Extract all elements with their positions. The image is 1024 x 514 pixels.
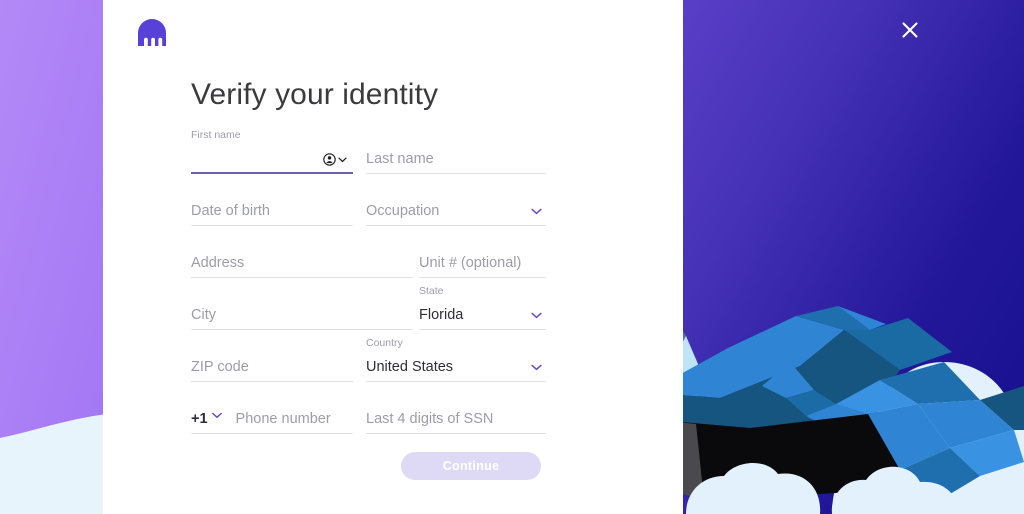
address-placeholder: Address bbox=[191, 254, 245, 271]
city-field[interactable]: City bbox=[191, 286, 413, 330]
state-select[interactable]: State Florida bbox=[419, 286, 546, 330]
last-name-placeholder: Last name bbox=[366, 150, 434, 167]
occupation-placeholder: Occupation bbox=[366, 202, 440, 219]
chevron-down-icon bbox=[531, 208, 542, 215]
form-row-city-state: City State Florida bbox=[191, 278, 641, 330]
person-badge-autofill-icon[interactable] bbox=[323, 153, 347, 166]
occupation-select[interactable]: Occupation bbox=[366, 182, 546, 226]
ssn-field[interactable]: Last 4 digits of SSN bbox=[366, 390, 546, 434]
state-value: Florida bbox=[419, 306, 464, 323]
date-of-birth-field[interactable]: Date of birth bbox=[191, 182, 353, 226]
unit-field[interactable]: Unit # (optional) bbox=[419, 234, 546, 278]
form-row-zip-country: ZIP code Country United States bbox=[191, 330, 641, 382]
ssn-placeholder: Last 4 digits of SSN bbox=[366, 410, 494, 427]
last-name-field[interactable]: Last name bbox=[366, 130, 546, 174]
chevron-down-icon[interactable] bbox=[211, 406, 222, 424]
verify-identity-screen: Verify your identity First name Last nam… bbox=[0, 0, 1024, 514]
first-name-field[interactable]: First name bbox=[191, 130, 353, 174]
country-label: Country bbox=[366, 337, 403, 349]
city-placeholder: City bbox=[191, 306, 216, 323]
date-of-birth-placeholder: Date of birth bbox=[191, 202, 270, 219]
chevron-down-icon bbox=[338, 157, 347, 162]
address-field[interactable]: Address bbox=[191, 234, 413, 278]
page-title: Verify your identity bbox=[191, 78, 439, 111]
unit-placeholder: Unit # (optional) bbox=[419, 254, 522, 271]
form-row-name: First name Last name bbox=[191, 122, 641, 174]
phone-country-code[interactable]: +1 bbox=[191, 411, 208, 427]
zip-code-placeholder: ZIP code bbox=[191, 358, 249, 375]
state-label: State bbox=[419, 285, 444, 297]
kraken-octopus-logo bbox=[135, 16, 169, 50]
close-icon bbox=[902, 22, 918, 38]
form-card: Verify your identity First name Last nam… bbox=[103, 0, 683, 514]
phone-number-placeholder: Phone number bbox=[235, 410, 331, 427]
continue-button[interactable]: Continue bbox=[401, 452, 541, 480]
close-button[interactable] bbox=[894, 14, 926, 46]
chevron-down-icon bbox=[531, 364, 542, 371]
form-row-phone-ssn: +1 Phone number Last 4 digits of SSN bbox=[191, 382, 641, 434]
form-row-dob-occupation: Date of birth Occupation bbox=[191, 174, 641, 226]
first-name-label: First name bbox=[191, 129, 241, 141]
identity-form: First name Last name Date of birth Occup… bbox=[191, 122, 641, 434]
form-row-address: Address Unit # (optional) bbox=[191, 226, 641, 278]
country-select[interactable]: Country United States bbox=[366, 338, 546, 382]
chevron-down-icon bbox=[531, 312, 542, 319]
country-value: United States bbox=[366, 358, 454, 375]
zip-code-field[interactable]: ZIP code bbox=[191, 338, 353, 382]
phone-number-field[interactable]: +1 Phone number bbox=[191, 390, 353, 434]
